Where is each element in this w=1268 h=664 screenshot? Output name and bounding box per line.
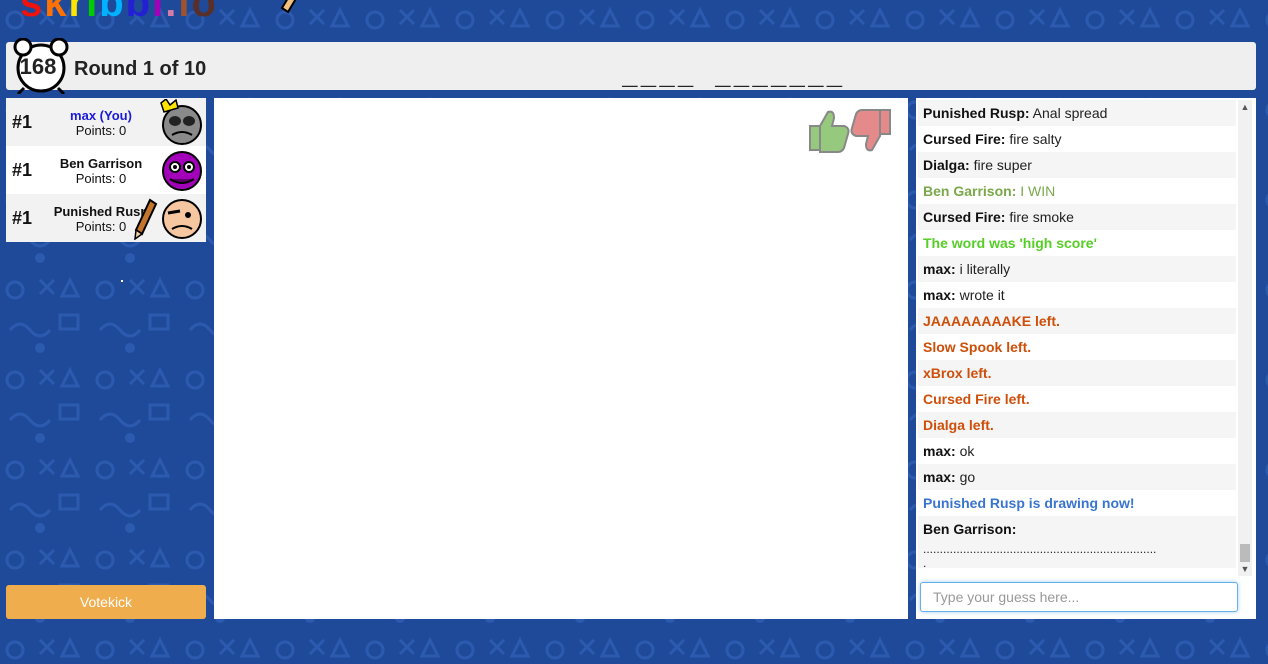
chat-message: Cursed Fire: fire smoke (918, 204, 1236, 230)
scroll-up-icon[interactable]: ▲ (1238, 100, 1252, 114)
timer-value: 168 (19, 54, 57, 79)
message-text: Slow Spook left. (923, 339, 1032, 355)
player-name: max (You) (70, 108, 132, 123)
rating-buttons (809, 109, 891, 153)
chat-message: Cursed Fire: fire salty (918, 126, 1236, 152)
drawing-pencil-icon (134, 198, 158, 240)
message-text: ........................................… (923, 542, 1157, 556)
message-text: ok (955, 443, 975, 459)
message-text: fire smoke (1005, 209, 1074, 225)
chat-message: Punished Rusp is drawing now! (918, 490, 1236, 516)
message-text: i literally (955, 261, 1011, 277)
chat-message: JAAAAAAAAKE left. (918, 308, 1236, 334)
message-text: . (923, 556, 927, 568)
message-author: max: (923, 443, 956, 459)
message-author: Cursed Fire: (923, 209, 1006, 225)
player-rank: #1 (12, 112, 33, 132)
player-rank: #1 (12, 208, 33, 228)
player-name: Ben Garrison (59, 156, 143, 171)
chat-message: Slow Spook left. (918, 334, 1236, 360)
chat-message: max: ok (918, 438, 1236, 464)
chat-message: max: wrote it (918, 282, 1236, 308)
chat-message: Dialga left. (918, 412, 1236, 438)
message-author: Ben Garrison: (923, 183, 1017, 199)
player-points: Points: 0 (75, 171, 127, 186)
message-text: wrote it (955, 287, 1005, 303)
message-text: fire super (969, 157, 1032, 173)
chat-message: max: i literally (918, 256, 1236, 282)
message-author: max: (923, 261, 956, 277)
message-author: Dialga: (923, 157, 970, 173)
message-text: The word was 'high score' (923, 235, 1097, 251)
message-author: Cursed Fire: (923, 131, 1006, 147)
player-entry[interactable]: #1 Punished Rusp Points: 0 (6, 194, 206, 242)
word-hint: ____ _______ (622, 62, 846, 92)
thumbs-down-icon[interactable] (850, 109, 891, 152)
message-text: Anal spread (1029, 105, 1108, 121)
message-text: Cursed Fire left. (923, 391, 1030, 407)
svg-text:skribbl.io: skribbl.io (20, 0, 218, 20)
votekick-button[interactable]: Votekick (6, 585, 206, 619)
mouse-cursor (121, 280, 123, 282)
chat-message: Dialga: fire super (918, 152, 1236, 178)
round-indicator: Round 1 of 10 (74, 58, 207, 80)
message-text: I WIN (1016, 183, 1056, 199)
player-entry[interactable]: #1 max (You) Points: 0 (6, 98, 206, 146)
chat-message: Punished Rusp: Anal spread (918, 100, 1236, 126)
message-author: Punished Rusp: (923, 105, 1030, 121)
message-author: Ben Garrison: (923, 521, 1017, 537)
chat-message: max: go (918, 464, 1236, 490)
scroll-down-icon[interactable]: ▼ (1238, 562, 1252, 576)
player-points: Points: 0 (75, 219, 127, 234)
message-text: Dialga left. (923, 417, 994, 433)
message-author: max: (923, 469, 956, 485)
skribbl-logo: skribbl.io (20, 0, 297, 20)
game-header: 168 Round 1 of 10 ____ _______ (6, 38, 1256, 94)
player-points: Points: 0 (75, 123, 127, 138)
player-info: max (You) Points: 0 (46, 108, 156, 138)
player-list: #1 max (You) Points: 0 #1 Ben Garrison P… (6, 98, 206, 242)
scroll-thumb[interactable] (1240, 544, 1250, 562)
drawing-canvas[interactable] (214, 98, 908, 619)
chat-panel: Punished Rusp: Anal spread Cursed Fire: … (916, 98, 1256, 619)
chat-message: Cursed Fire left. (918, 386, 1236, 412)
chat-message: The word was 'high score' (918, 230, 1236, 256)
player-entry[interactable]: #1 Ben Garrison Points: 0 (6, 146, 206, 194)
chat-message: Ben Garrison:...........................… (918, 516, 1236, 568)
player-rank: #1 (12, 160, 33, 180)
chat-messages[interactable]: Punished Rusp: Anal spread Cursed Fire: … (918, 100, 1236, 576)
chat-message: Ben Garrison: I WIN (918, 178, 1236, 204)
guess-input[interactable] (920, 582, 1238, 612)
player-avatar (160, 99, 202, 145)
message-text: fire salty (1005, 131, 1062, 147)
message-text: go (955, 469, 976, 485)
message-text: JAAAAAAAAKE left. (923, 313, 1060, 329)
message-author: max: (923, 287, 956, 303)
player-info: Ben Garrison Points: 0 (46, 156, 156, 186)
player-avatar (162, 199, 202, 239)
message-text: Punished Rusp is drawing now! (923, 495, 1135, 511)
chat-scrollbar[interactable]: ▲ ▼ (1238, 100, 1252, 576)
thumbs-up-icon[interactable] (809, 110, 850, 153)
message-text: xBrox left. (923, 365, 992, 381)
chat-message: xBrox left. (918, 360, 1236, 386)
player-avatar (162, 151, 202, 191)
